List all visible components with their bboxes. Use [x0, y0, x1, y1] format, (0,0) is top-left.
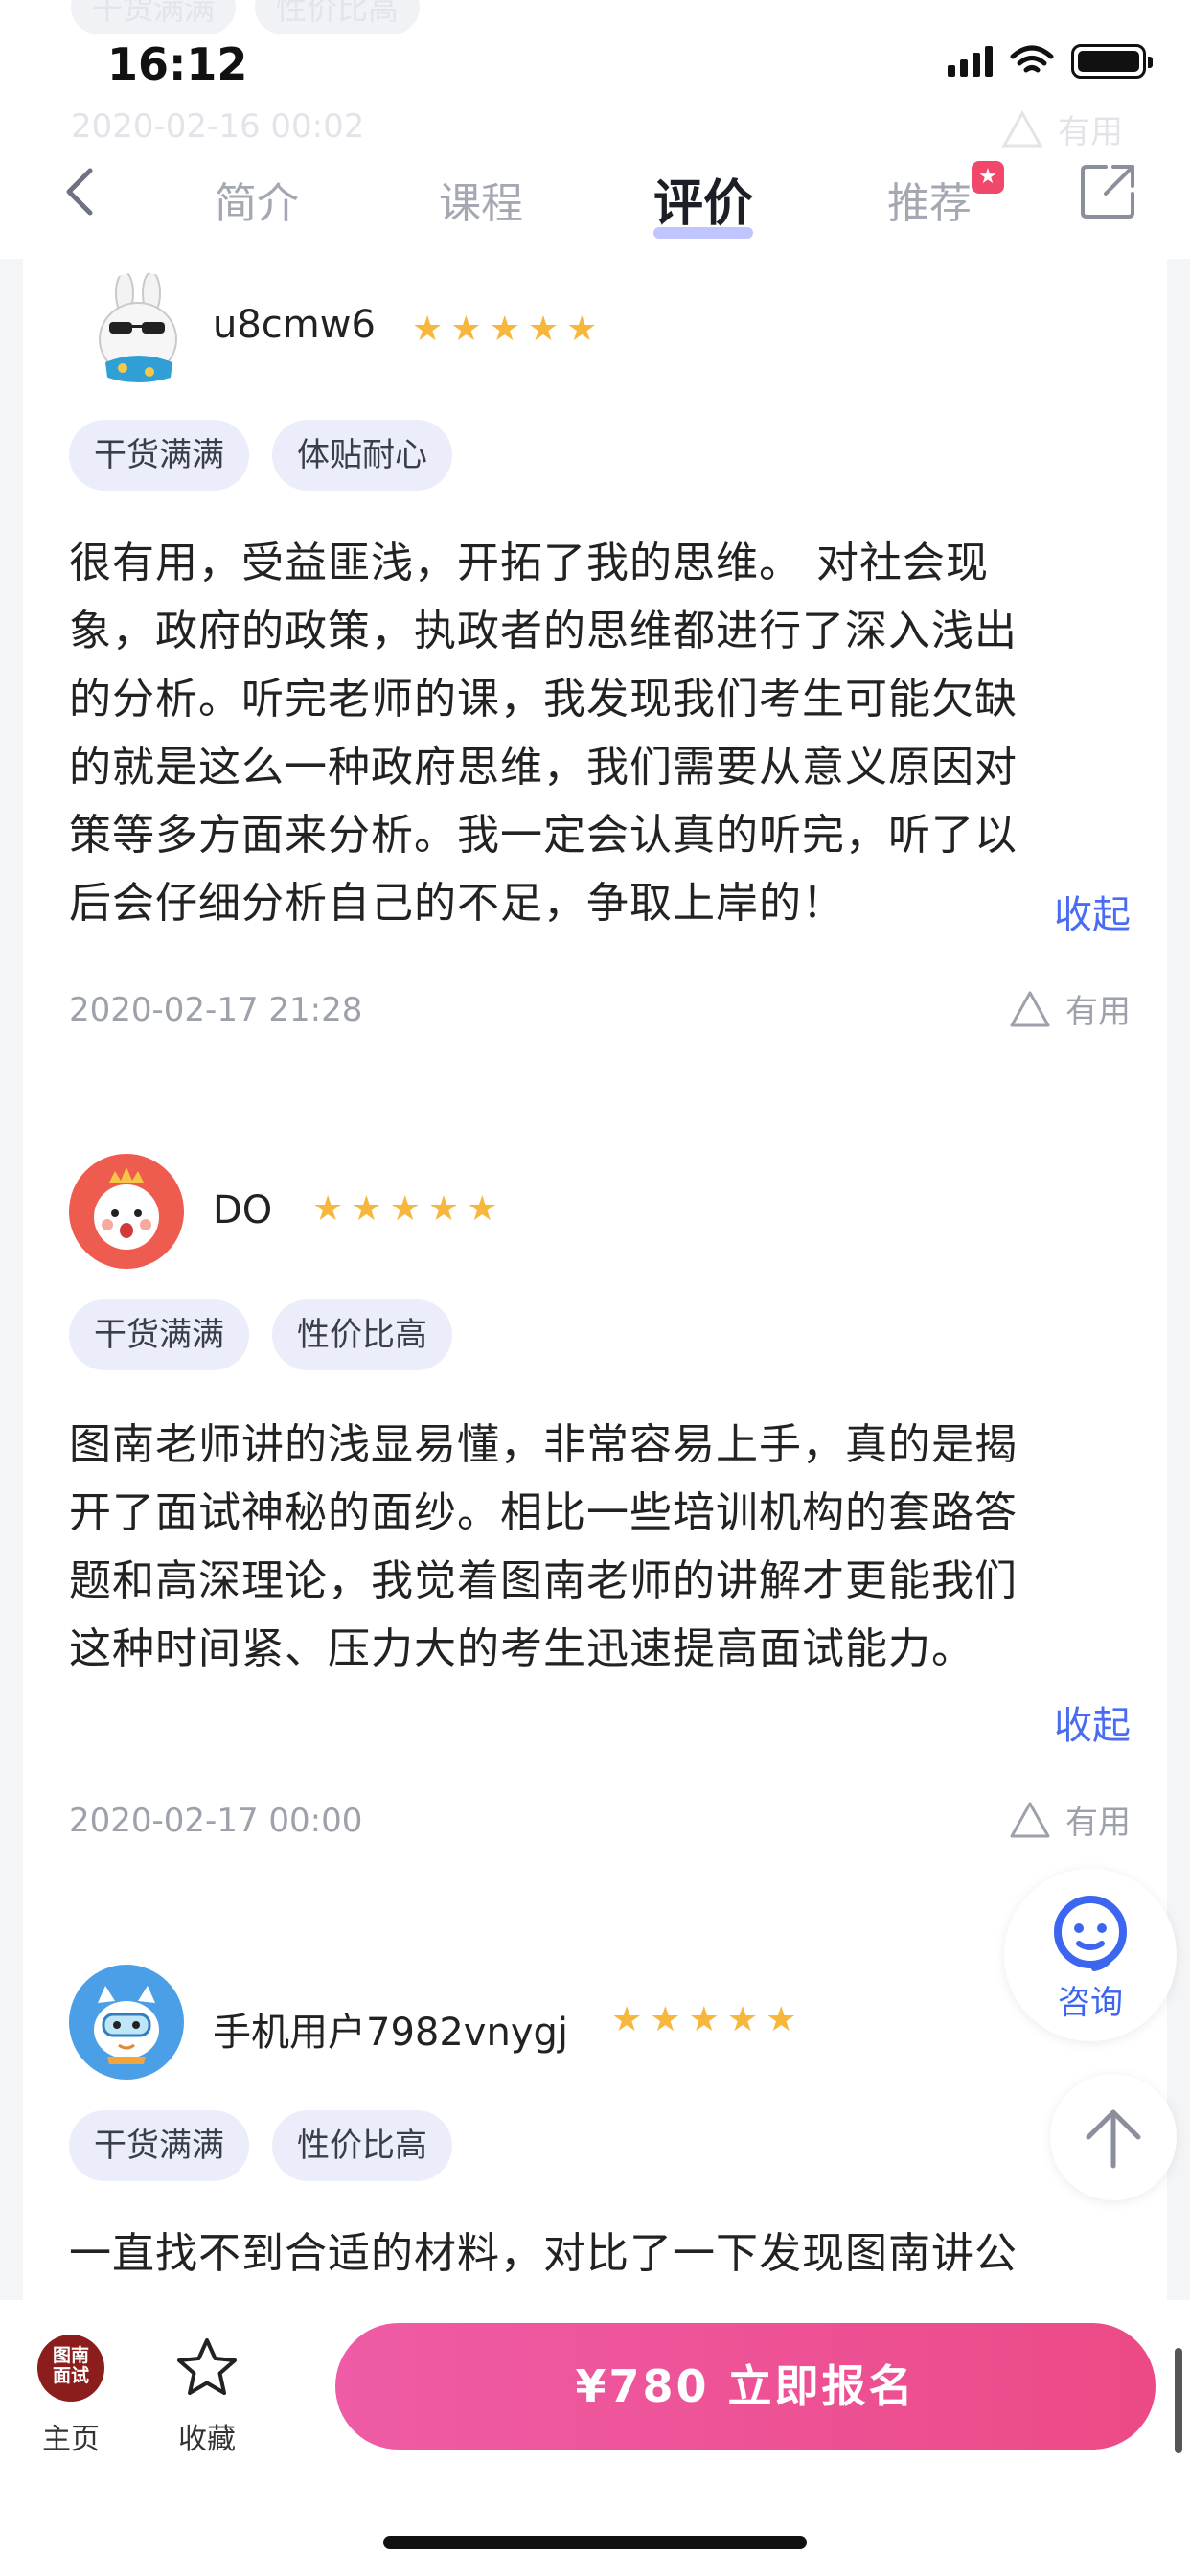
- star-icon: ★: [766, 2000, 797, 2039]
- star-icon: ★: [650, 2000, 681, 2039]
- share-icon[interactable]: [1079, 161, 1138, 220]
- tab-recommend[interactable]: 推荐 ★: [887, 161, 1004, 230]
- review-tag: 性价比高: [255, 0, 421, 34]
- avatar[interactable]: [69, 1965, 184, 2080]
- star-icon: ★: [726, 2000, 759, 2039]
- scrollbar[interactable]: [1175, 2348, 1182, 2453]
- enroll-button[interactable]: ¥780 立即报名: [335, 2323, 1156, 2450]
- reviews-card: u8cmw6 ★ ★ ★ ★ ★ 干货满满 体贴耐心 很有用，受益匪浅，开拓了我的思维。…: [23, 0, 1167, 2300]
- review-username: 手机用户7982vnygj: [213, 2011, 568, 2055]
- bottom-action-bar: 图南 面试 主页 收藏 ¥780 立即报名: [0, 2300, 1190, 2576]
- header: 干货满满 性价比高 2020-02-16 00:02 有用 16:12 简介 课程…: [0, 0, 1190, 259]
- customer-service-icon: [1054, 1896, 1127, 1971]
- scrolled-tags: 干货满满 性价比高: [71, 0, 439, 34]
- consult-label: 咨询: [1058, 1984, 1123, 2022]
- review-tag: 干货满满: [69, 2110, 249, 2181]
- home-indicator[interactable]: [383, 2536, 807, 2549]
- tab-reviews[interactable]: 评价: [653, 163, 754, 239]
- favorite-label: 收藏: [178, 2423, 236, 2456]
- home-button[interactable]: 图南 面试 主页: [33, 2334, 109, 2457]
- tab-courses[interactable]: 课程: [439, 169, 523, 230]
- review-tag: 性价比高: [272, 2110, 452, 2181]
- review-text: 一直找不到合适的材料，对比了一下发现图南讲公: [69, 2220, 1104, 2288]
- status-icons: [948, 44, 1153, 79]
- new-badge-icon: ★: [972, 161, 1004, 194]
- star-outline-icon: [177, 2338, 237, 2395]
- battery-icon: [1071, 44, 1153, 79]
- cellular-signal-icon: [948, 46, 993, 77]
- tab-reviews-label: 评价: [653, 175, 754, 233]
- scroll-to-top-button[interactable]: [1050, 2074, 1177, 2200]
- brand-logo-icon: 图南 面试: [37, 2334, 104, 2402]
- review-tags: 干货满满 性价比高: [69, 2110, 452, 2181]
- favorite-button[interactable]: 收藏: [169, 2334, 245, 2457]
- star-icon: ★: [688, 2000, 720, 2039]
- tab-recommend-label: 推荐: [887, 179, 972, 228]
- scrolled-date: 2020-02-16 00:02: [71, 107, 365, 146]
- back-arrow-icon[interactable]: [54, 163, 111, 220]
- review-tag: 干货满满: [71, 0, 237, 34]
- tab-intro[interactable]: 简介: [215, 169, 299, 230]
- home-label: 主页: [42, 2423, 100, 2456]
- review-item: 手机用户7982vnygj ★ ★ ★ ★ ★ 干货满满 性价比高 一直找不到合适的材料…: [23, 0, 1167, 2300]
- consult-button[interactable]: 咨询: [1004, 1869, 1177, 2041]
- star-icon: ★: [611, 2000, 643, 2039]
- rating-stars: ★ ★ ★ ★ ★: [611, 2003, 796, 2037]
- status-time: 16:12: [107, 38, 248, 90]
- tab-bar: 简介 课程 评价 推荐 ★: [0, 144, 1190, 249]
- arrow-up-icon: [1086, 2109, 1141, 2169]
- wifi-icon: [1010, 45, 1054, 73]
- review-text-line: 一直找不到合适的材料，对比了一下发现图南讲公: [69, 2229, 1018, 2278]
